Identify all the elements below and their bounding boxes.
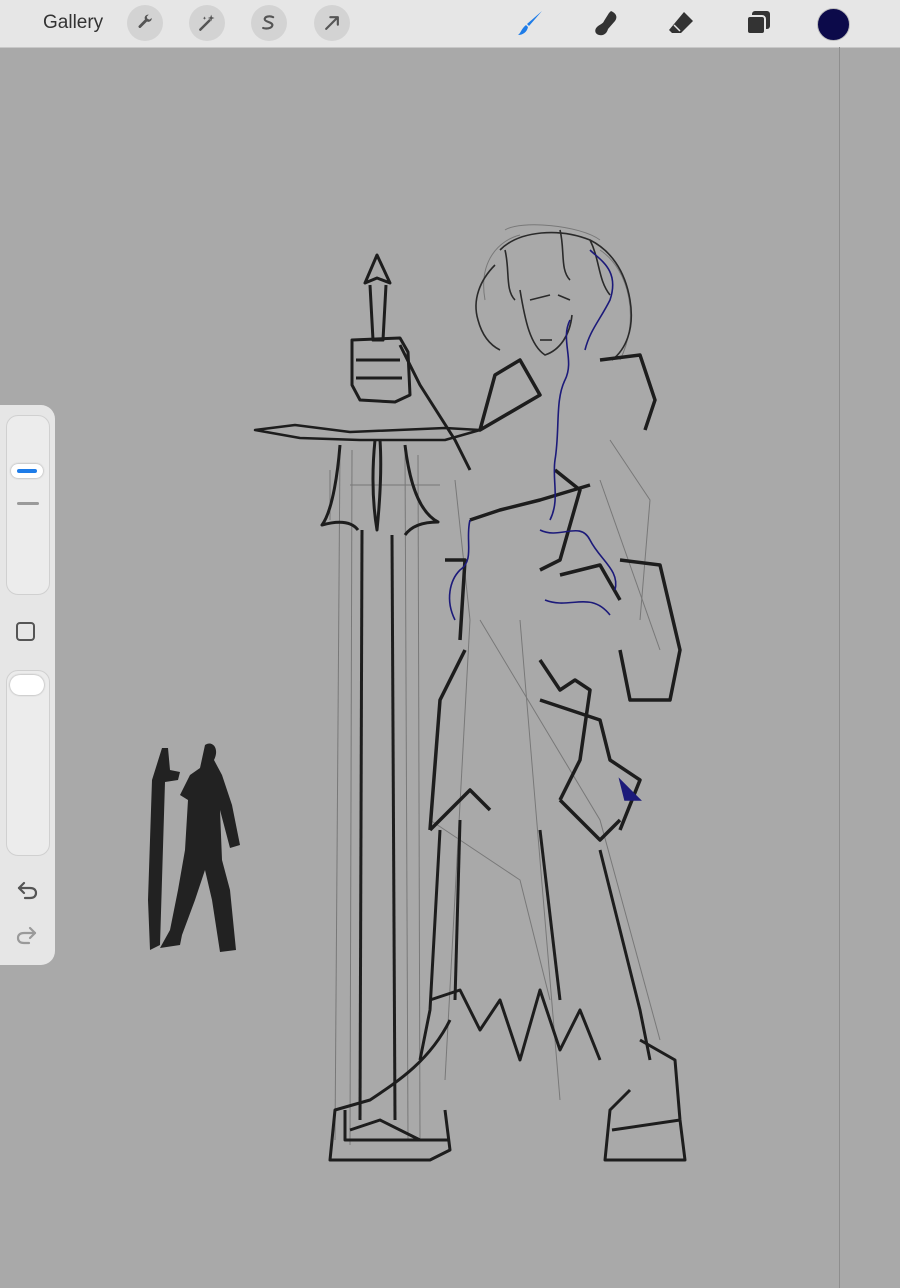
silhouette-thumbnail (148, 743, 240, 952)
eraser-tool-button[interactable] (664, 6, 698, 40)
brush-size-slider[interactable] (6, 415, 50, 595)
redo-arrow-icon[interactable] (15, 923, 39, 947)
top-toolbar: Gallery (0, 0, 900, 48)
left-sidebar (0, 405, 55, 965)
adjustments-button[interactable] (189, 5, 225, 41)
eraser-icon (669, 12, 693, 33)
blue-ink-strokes (448, 249, 642, 801)
wrench-icon (138, 14, 152, 28)
layers-button[interactable] (741, 6, 775, 40)
undo-arrow-icon[interactable] (15, 878, 39, 902)
selection-s-icon (262, 15, 275, 30)
transform-button[interactable] (314, 5, 350, 41)
drawing-canvas[interactable] (0, 0, 900, 1288)
brush-tool-button[interactable] (513, 6, 547, 40)
transform-arrow-icon (325, 16, 339, 30)
smudge-icon (595, 11, 617, 36)
gauntlet-sketch (350, 336, 472, 471)
opacity-slider[interactable] (6, 670, 50, 856)
canvas-edge (839, 47, 840, 1288)
smudge-tool-button[interactable] (589, 6, 623, 40)
magic-wand-icon (199, 14, 215, 31)
legs-sketch (328, 819, 687, 1162)
modify-square-icon[interactable] (16, 622, 35, 641)
actions-button[interactable] (127, 5, 163, 41)
gallery-button[interactable]: Gallery (43, 12, 103, 34)
selection-button[interactable] (251, 5, 287, 41)
brush-size-preview (17, 502, 39, 505)
brush-icon (518, 11, 542, 35)
brush-size-handle[interactable] (11, 463, 43, 478)
head-sketch (475, 229, 633, 361)
sword-sketch (253, 253, 482, 1142)
color-picker-button[interactable] (817, 8, 850, 41)
layers-icon (746, 11, 770, 35)
opacity-handle[interactable] (10, 675, 44, 695)
